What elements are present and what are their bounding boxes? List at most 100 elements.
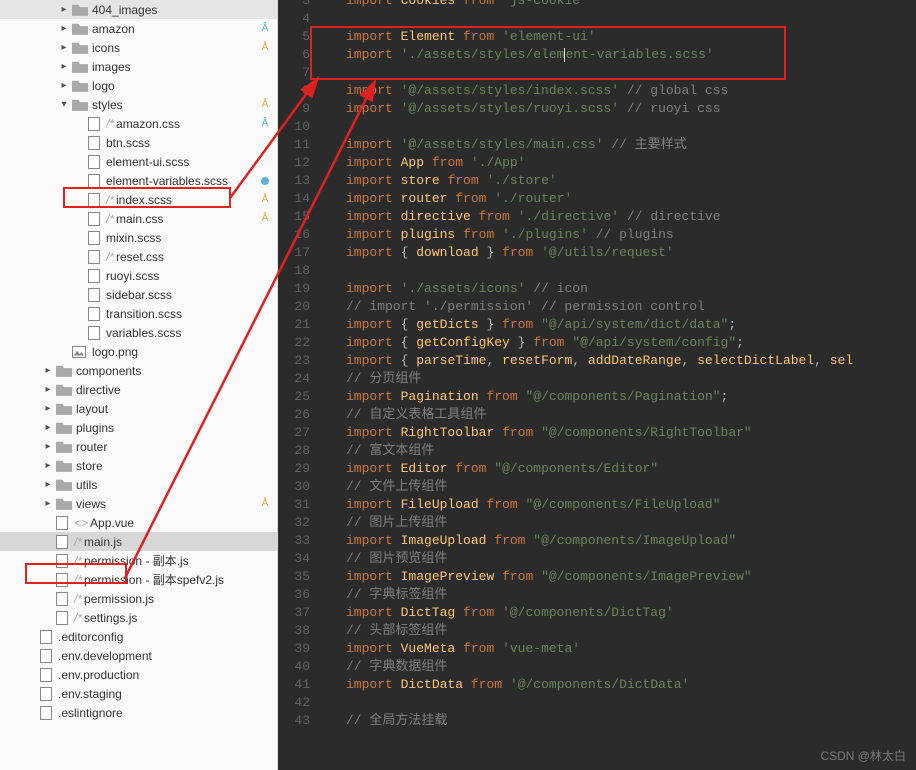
- code-line[interactable]: [328, 262, 916, 280]
- chevron-right-icon[interactable]: ▸: [40, 365, 56, 376]
- chevron-right-icon[interactable]: ▸: [40, 422, 56, 433]
- code-line[interactable]: import plugins from './plugins' // plugi…: [328, 226, 916, 244]
- code-line[interactable]: [328, 118, 916, 136]
- tree-item-permission-----spefv2-js[interactable]: /* permission - 副本spefv2.js: [0, 570, 277, 589]
- code-line[interactable]: // 文件上传组件: [328, 478, 916, 496]
- code-line[interactable]: import DictData from '@/components/DictD…: [328, 676, 916, 694]
- chevron-right-icon[interactable]: ▸: [56, 42, 72, 53]
- code-line[interactable]: import FileUpload from "@/components/Fil…: [328, 496, 916, 514]
- code-line[interactable]: import '@/assets/styles/ruoyi.scss' // r…: [328, 100, 916, 118]
- tree-item-settings-js[interactable]: /* settings.js: [0, 608, 277, 627]
- chevron-right-icon[interactable]: ▸: [40, 460, 56, 471]
- code-line[interactable]: import VueMeta from 'vue-meta': [328, 640, 916, 658]
- tree-item-label: 404_images: [92, 3, 157, 17]
- code-line[interactable]: import router from './router': [328, 190, 916, 208]
- token-str: '@/components/DictTag': [502, 605, 674, 620]
- code-line[interactable]: import './assets/icons' // icon: [328, 280, 916, 298]
- code-line[interactable]: import { getDicts } from "@/api/system/d…: [328, 316, 916, 334]
- tree-item-transition-scss[interactable]: transition.scss: [0, 304, 277, 323]
- tree-item-images[interactable]: ▸images: [0, 57, 277, 76]
- tree-item-router[interactable]: ▸router: [0, 437, 277, 456]
- code-line[interactable]: import Editor from "@/components/Editor": [328, 460, 916, 478]
- code-line[interactable]: import DictTag from '@/components/DictTa…: [328, 604, 916, 622]
- code-line[interactable]: [328, 694, 916, 712]
- code-line[interactable]: import store from './store': [328, 172, 916, 190]
- token-base: [393, 641, 401, 656]
- code-line[interactable]: import { getConfigKey } from "@/api/syst…: [328, 334, 916, 352]
- tree-item-store[interactable]: ▸store: [0, 456, 277, 475]
- tree-item--env-production[interactable]: .env.production: [0, 665, 277, 684]
- code-line[interactable]: import Element from 'element-ui': [328, 28, 916, 46]
- code-line[interactable]: import './assets/styles/element-variable…: [328, 46, 916, 64]
- code-editor[interactable]: 3456789101112131415161718192021222324252…: [278, 0, 916, 770]
- code-line[interactable]: // 图片预览组件: [328, 550, 916, 568]
- tree-item-ruoyi-scss[interactable]: ruoyi.scss: [0, 266, 277, 285]
- chevron-right-icon[interactable]: ▸: [56, 23, 72, 34]
- tree-item-reset-css[interactable]: /* reset.css: [0, 247, 277, 266]
- code-line[interactable]: // 富文本组件: [328, 442, 916, 460]
- tree-item--editorconfig[interactable]: .editorconfig: [0, 627, 277, 646]
- tree-item-amazon-css[interactable]: /* amazon.cssÅ: [0, 114, 277, 133]
- code-line[interactable]: import RightToolbar from "@/components/R…: [328, 424, 916, 442]
- tree-item-plugins[interactable]: ▸plugins: [0, 418, 277, 437]
- tree-item--eslintignore[interactable]: .eslintignore: [0, 703, 277, 722]
- tree-item-styles[interactable]: ▾stylesÅ: [0, 95, 277, 114]
- tree-item-element-variables-scss[interactable]: element-variables.scss: [0, 171, 277, 190]
- chevron-right-icon[interactable]: ▸: [56, 4, 72, 15]
- chevron-right-icon[interactable]: ▸: [40, 403, 56, 414]
- code-line[interactable]: // 全局方法挂载: [328, 712, 916, 730]
- code-line[interactable]: [328, 64, 916, 82]
- tree-item-404-images[interactable]: ▸ 404_images: [0, 0, 277, 19]
- tree-item-variables-scss[interactable]: variables.scss: [0, 323, 277, 342]
- tree-item-main-js[interactable]: /* main.js: [0, 532, 277, 551]
- tree-item-element-ui-scss[interactable]: element-ui.scss: [0, 152, 277, 171]
- code-line[interactable]: import { download } from '@/utils/reques…: [328, 244, 916, 262]
- chevron-right-icon[interactable]: ▸: [40, 384, 56, 395]
- tree-item--env-development[interactable]: .env.development: [0, 646, 277, 665]
- code-line[interactable]: import '@/assets/styles/index.scss' // g…: [328, 82, 916, 100]
- code-line[interactable]: import directive from './directive' // d…: [328, 208, 916, 226]
- tree-item-components[interactable]: ▸components: [0, 361, 277, 380]
- code-line[interactable]: // 头部标签组件: [328, 622, 916, 640]
- tree-item-logo[interactable]: ▸logo: [0, 76, 277, 95]
- tree-item-directive[interactable]: ▸directive: [0, 380, 277, 399]
- code-line[interactable]: import App from './App': [328, 154, 916, 172]
- code-line[interactable]: import ImageUpload from "@/components/Im…: [328, 532, 916, 550]
- tree-item-logo-png[interactable]: logo.png: [0, 342, 277, 361]
- tree-item-amazon[interactable]: ▸amazonÅ: [0, 19, 277, 38]
- chevron-right-icon[interactable]: ▸: [40, 479, 56, 490]
- code-line[interactable]: // 自定义表格工具组件: [328, 406, 916, 424]
- tree-item-index-scss[interactable]: /* index.scssÅ: [0, 190, 277, 209]
- tree-item-main-css[interactable]: /* main.cssÅ: [0, 209, 277, 228]
- code-line[interactable]: // import './permission' // permission c…: [328, 298, 916, 316]
- file-explorer[interactable]: ▸404_images▸amazonÅ▸iconsÅ▸images▸logo▾s…: [0, 0, 278, 770]
- chevron-right-icon[interactable]: ▸: [56, 80, 72, 91]
- tree-item-utils[interactable]: ▸utils: [0, 475, 277, 494]
- code-line[interactable]: // 分页组件: [328, 370, 916, 388]
- tree-item-permission------js[interactable]: /* permission - 副本.js: [0, 551, 277, 570]
- code-line[interactable]: import { parseTime, resetForm, addDateRa…: [328, 352, 916, 370]
- chevron-down-icon[interactable]: ▾: [56, 99, 72, 110]
- tree-item-permission-js[interactable]: /* permission.js: [0, 589, 277, 608]
- code-line[interactable]: import '@/assets/styles/main.css' // 主要样…: [328, 136, 916, 154]
- code-line[interactable]: import Pagination from "@/components/Pag…: [328, 388, 916, 406]
- tree-item--env-staging[interactable]: .env.staging: [0, 684, 277, 703]
- code-area[interactable]: import Cookies from 'js-cookie' import El…: [320, 0, 916, 770]
- code-line[interactable]: [328, 10, 916, 28]
- tree-item-app-vue[interactable]: <> App.vue: [0, 513, 277, 532]
- tree-item-sidebar-scss[interactable]: sidebar.scss: [0, 285, 277, 304]
- code-line[interactable]: import Cookies from 'js-cookie': [328, 0, 916, 10]
- code-line[interactable]: // 字典数据组件: [328, 658, 916, 676]
- chevron-right-icon[interactable]: ▸: [40, 498, 56, 509]
- tree-item-mixin-scss[interactable]: mixin.scss: [0, 228, 277, 247]
- tree-item-icons[interactable]: ▸iconsÅ: [0, 38, 277, 57]
- code-line[interactable]: // 字典标签组件: [328, 586, 916, 604]
- chevron-right-icon[interactable]: ▸: [56, 61, 72, 72]
- token-punc: {: [401, 353, 417, 368]
- code-line[interactable]: import ImagePreview from "@/components/I…: [328, 568, 916, 586]
- code-line[interactable]: // 图片上传组件: [328, 514, 916, 532]
- tree-item-layout[interactable]: ▸layout: [0, 399, 277, 418]
- chevron-right-icon[interactable]: ▸: [40, 441, 56, 452]
- tree-item-btn-scss[interactable]: btn.scss: [0, 133, 277, 152]
- tree-item-views[interactable]: ▸viewsÅ: [0, 494, 277, 513]
